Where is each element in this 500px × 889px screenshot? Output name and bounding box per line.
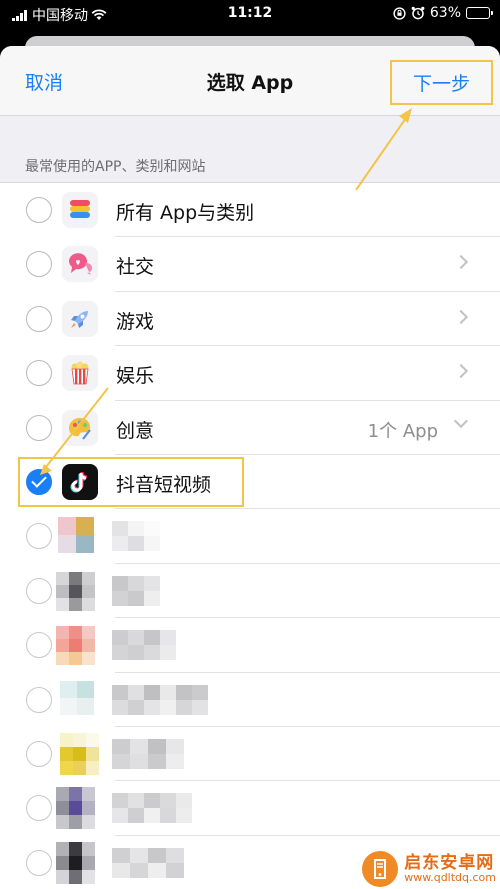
watermark: 启东安卓网 www.qdltdq.com: [362, 851, 496, 887]
pixelated-label: [112, 738, 184, 769]
chevron-down-icon: [453, 413, 469, 428]
section-header: 最常使用的APP、类别和网站: [25, 159, 206, 175]
chevron-right-icon: [453, 364, 469, 379]
battery-percent: 63%: [429, 5, 461, 21]
list-item-blurred[interactable]: [0, 618, 500, 673]
row-label: 社交: [116, 256, 155, 279]
chevron-right-icon: [453, 309, 469, 324]
pixelated-label: [112, 521, 160, 552]
select-radio[interactable]: [26, 197, 52, 223]
select-radio[interactable]: [26, 523, 52, 550]
select-radio[interactable]: [26, 305, 52, 332]
pixelated-icon: [56, 626, 95, 666]
palette-icon: [62, 409, 98, 446]
popcorn-icon: [62, 355, 98, 392]
pixelated-icon: [56, 787, 95, 830]
pixelated-label: [112, 847, 184, 878]
pixelated-icon: [56, 841, 95, 884]
row-label: 所有 App与类别: [116, 202, 255, 224]
list-item-creativity[interactable]: 创意 1个 App: [0, 401, 500, 456]
list-item-social[interactable]: 社交: [0, 237, 500, 293]
battery-icon: [466, 7, 493, 19]
next-step-button[interactable]: 下一步: [390, 60, 493, 105]
pixelated-icon: [58, 517, 94, 554]
list-item-blurred[interactable]: [0, 673, 500, 728]
list-item-blurred[interactable]: [0, 564, 500, 619]
list-item-blurred[interactable]: [0, 781, 500, 837]
select-radio[interactable]: [26, 686, 52, 713]
list-item-blurred[interactable]: [0, 509, 500, 565]
stack-icon: [62, 192, 98, 228]
tiktok-icon: [62, 463, 98, 500]
row-label: 创意: [116, 419, 155, 442]
pixelated-icon: [60, 680, 94, 715]
pixelated-label: [112, 684, 208, 715]
chevron-right-icon: [453, 255, 469, 270]
select-radio[interactable]: [26, 251, 52, 278]
list-item-blurred[interactable]: [0, 727, 500, 782]
pixelated-icon: [60, 732, 99, 775]
pixelated-label: [112, 630, 176, 661]
chat-heart-icon: [62, 246, 98, 283]
watermark-title: 启东安卓网: [404, 852, 495, 873]
row-label: 抖音短视频: [116, 473, 212, 496]
select-radio[interactable]: [26, 360, 52, 387]
watermark-text: 启东安卓网 www.qdltdq.com: [404, 852, 496, 885]
select-radio[interactable]: [26, 632, 52, 659]
navigation-bar: 取消 选取 App 下一步: [0, 46, 500, 116]
status-bar: 中国移动 11:12 63%: [0, 0, 500, 28]
list-item-douyin[interactable]: 抖音短视频: [0, 455, 500, 510]
rocket-icon: [62, 300, 98, 337]
list-item-games[interactable]: 游戏: [0, 292, 500, 347]
select-radio[interactable]: [26, 795, 52, 822]
pixelated-label: [112, 575, 160, 606]
pixelated-icon: [56, 571, 95, 611]
pixelated-label: [112, 793, 192, 824]
app-list: 所有 App与类别 社交 游戏 娱乐 创意 1个 App 抖音短视频: [0, 182, 500, 889]
watermark-url: www.qdltdq.com: [404, 871, 496, 885]
orientation-lock-icon: [393, 6, 406, 20]
select-radio[interactable]: [26, 577, 52, 604]
select-radio-checked[interactable]: [26, 468, 52, 495]
app-picker-sheet: 取消 选取 App 下一步 最常使用的APP、类别和网站 所有 App与类别 社…: [0, 46, 500, 889]
status-right: 63%: [393, 5, 493, 21]
app-count-label: 1个 App: [367, 420, 438, 442]
list-item-entertainment[interactable]: 娱乐: [0, 346, 500, 401]
select-radio[interactable]: [26, 849, 52, 876]
watermark-logo-icon: [362, 851, 399, 887]
list-item-all-apps[interactable]: 所有 App与类别: [0, 183, 500, 238]
select-radio[interactable]: [26, 414, 52, 441]
next-step-label: 下一步: [412, 73, 470, 95]
select-radio[interactable]: [26, 740, 52, 767]
alarm-icon: [411, 6, 425, 20]
row-label: 娱乐: [116, 365, 155, 388]
row-label: 游戏: [116, 310, 155, 333]
